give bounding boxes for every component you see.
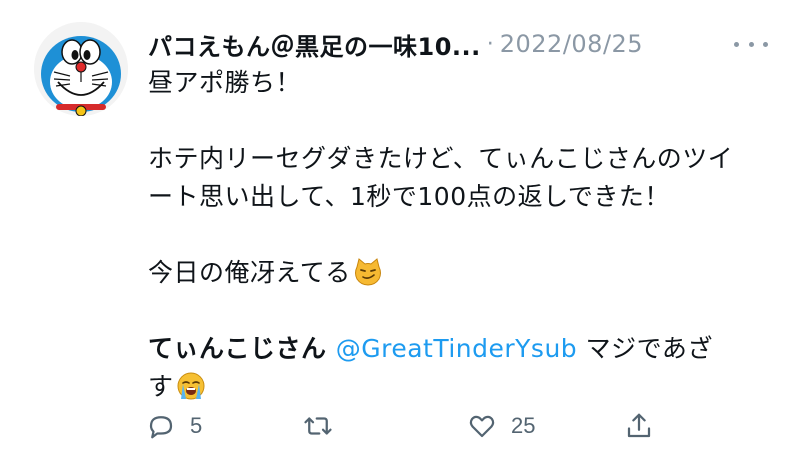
doraemon-avatar-icon bbox=[34, 22, 128, 116]
share-icon bbox=[627, 413, 651, 438]
tweet-line: 今日の俺冴えてる bbox=[148, 254, 778, 292]
share-button[interactable] bbox=[624, 408, 654, 444]
avatar[interactable] bbox=[34, 22, 128, 116]
like-count: 25 bbox=[511, 413, 536, 438]
more-dot bbox=[763, 41, 768, 47]
tweet-line: ホテ内リーセグダきたけど、てぃんこじさんのツイ bbox=[148, 144, 734, 173]
smirking-cat-emoji-icon bbox=[354, 258, 381, 286]
retweet-icon bbox=[304, 417, 332, 435]
tweet-actions: 5 25 bbox=[140, 408, 780, 444]
tweet-line: ート思い出して、1秒で100点の返しできた！ bbox=[148, 182, 670, 211]
mention-suffix: マジであざ bbox=[577, 334, 713, 363]
tweet-line-text: す bbox=[148, 372, 174, 401]
more-dot bbox=[734, 41, 739, 47]
tweet-line: てぃんこじさん @GreatTinderYsub マジであざ bbox=[148, 330, 778, 368]
tweet-header: パコえもん＠黒足の一味10... · 2022/08/25 bbox=[148, 26, 768, 62]
tweet-line-text: 今日の俺冴えてる bbox=[148, 258, 351, 287]
mention-link[interactable]: @GreatTinderYsub bbox=[336, 334, 577, 363]
author-name[interactable]: パコえもん＠黒足の一味10... bbox=[148, 27, 481, 62]
mention-prefix: てぃんこじさん bbox=[148, 334, 336, 363]
reply-icon bbox=[149, 416, 173, 439]
like-icon bbox=[469, 415, 495, 438]
loudly-crying-face-emoji-icon bbox=[177, 372, 205, 400]
like-button[interactable]: 25 bbox=[467, 408, 535, 444]
reply-count: 5 bbox=[190, 413, 203, 438]
reply-button[interactable]: 5 bbox=[146, 408, 202, 444]
tweet-line: 昼アポ勝ち！ bbox=[148, 68, 302, 97]
more-options-icon[interactable] bbox=[734, 36, 768, 52]
tweet-date[interactable]: 2022/08/25 bbox=[500, 30, 643, 58]
more-dot bbox=[748, 41, 754, 47]
tweet-body: 昼アポ勝ち！ ホテ内リーセグダきたけど、てぃんこじさんのツイ ート思い出して、1… bbox=[148, 64, 778, 406]
retweet-button[interactable] bbox=[303, 408, 347, 444]
header-separator: · bbox=[486, 31, 494, 57]
tweet-line: す bbox=[148, 368, 778, 406]
